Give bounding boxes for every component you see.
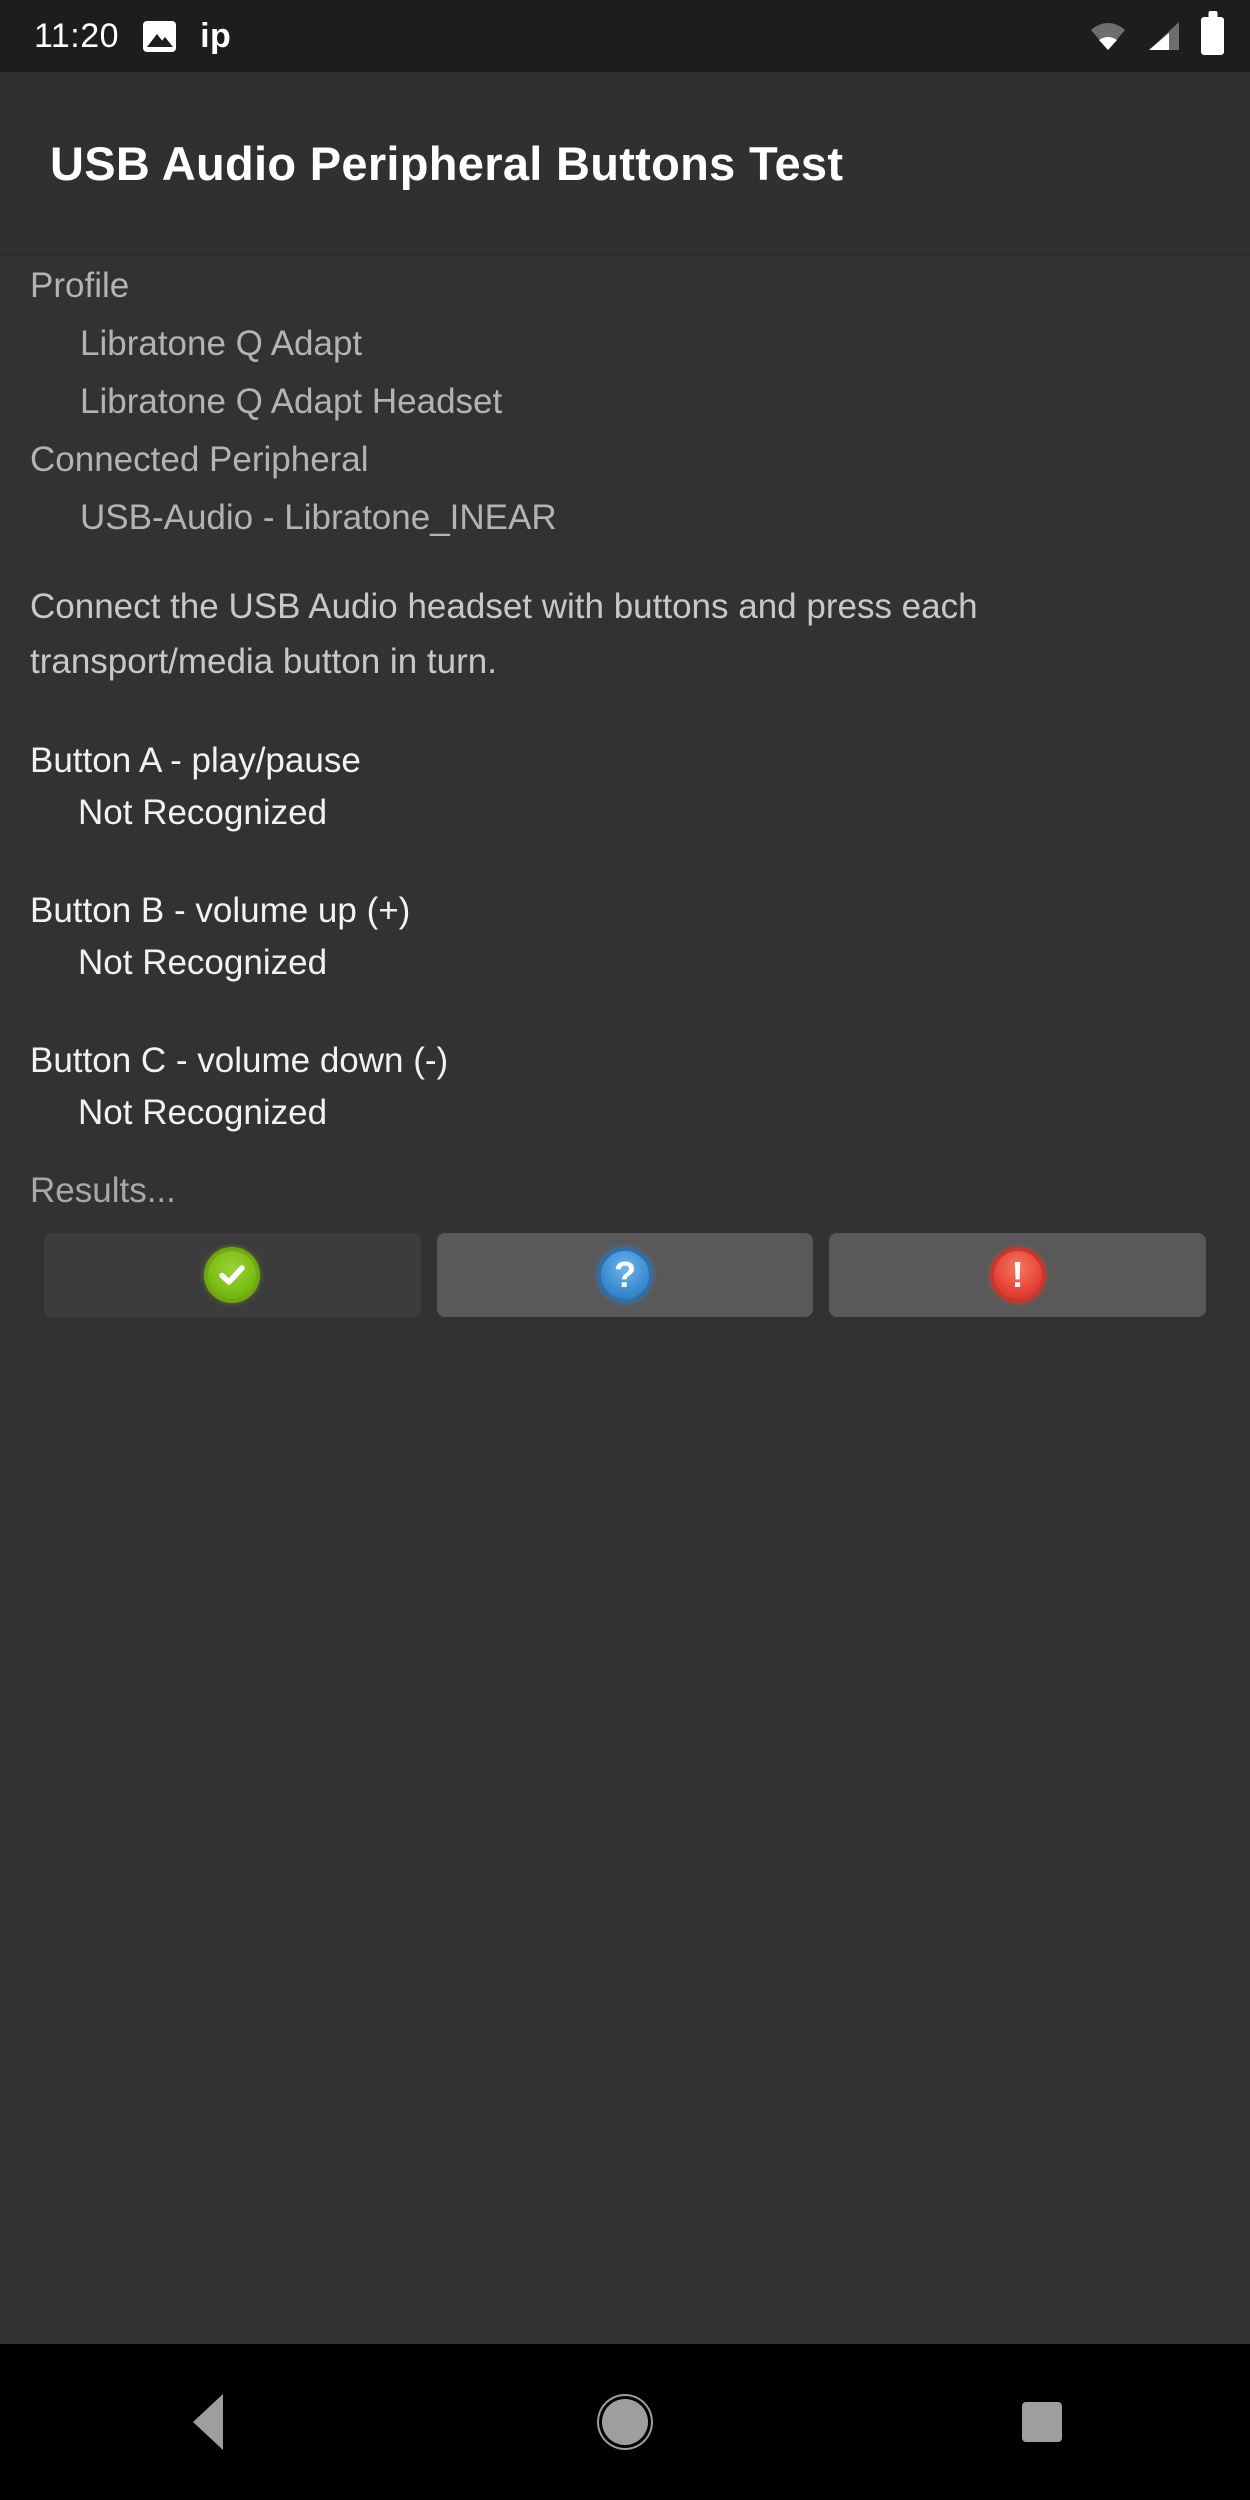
button-test-a-heading: Button A - play/pause xyxy=(30,741,361,780)
wifi-icon xyxy=(1089,19,1127,53)
status-bar-left: 11:20 ip xyxy=(34,17,231,56)
status-bar: 11:20 ip xyxy=(0,0,1250,72)
photo-icon xyxy=(143,20,177,52)
profile-label: Profile xyxy=(30,266,130,305)
page-title: USB Audio Peripheral Buttons Test xyxy=(50,137,844,190)
back-nav-button[interactable] xyxy=(0,2344,417,2500)
question-circle-icon: ? xyxy=(597,1247,653,1303)
connected-peripheral-label: Connected Peripheral xyxy=(30,440,369,479)
battery-icon xyxy=(1201,17,1224,55)
exclamation-mark-glyph: ! xyxy=(1011,1254,1024,1295)
instructions-text: Connect the USB Audio headset with butto… xyxy=(30,587,978,681)
results-label: Results... xyxy=(30,1171,176,1210)
status-clock: 11:20 xyxy=(34,16,120,55)
button-test-c-heading: Button C - volume down (-) xyxy=(30,1041,449,1080)
recents-nav-button[interactable] xyxy=(833,2344,1250,2500)
button-test-b-heading: Button B - volume up (+) xyxy=(30,891,411,930)
pass-button[interactable] xyxy=(44,1233,421,1317)
exclamation-circle-icon: ! xyxy=(989,1247,1046,1303)
status-notification-text: ip xyxy=(200,16,232,55)
button-test-c: Button C - volume down (-) Not Recognize… xyxy=(30,1035,1220,1139)
back-triangle-icon xyxy=(193,2394,224,2450)
profile-value: Libratone Q Adapt xyxy=(80,324,363,363)
signal-icon xyxy=(1145,19,1183,53)
button-test-c-status: Not Recognized xyxy=(78,1093,328,1132)
connected-peripheral-value: USB-Audio - Libratone_INEAR xyxy=(80,498,557,537)
check-circle-icon xyxy=(204,1247,261,1303)
navigation-bar xyxy=(0,2344,1250,2500)
button-test-a: Button A - play/pause Not Recognized xyxy=(30,735,1220,839)
fail-button[interactable]: ! xyxy=(829,1233,1207,1317)
button-test-b: Button B - volume up (+) Not Recognized xyxy=(30,885,1220,989)
app-bar: USB Audio Peripheral Buttons Test xyxy=(0,72,1250,256)
status-bar-right xyxy=(1089,17,1224,55)
android-screen: 11:20 ip USB Audio Peripheral Buttons Te… xyxy=(0,0,1250,2500)
info-button[interactable]: ? xyxy=(436,1233,814,1317)
button-test-b-status: Not Recognized xyxy=(78,943,328,982)
button-test-a-status: Not Recognized xyxy=(78,793,328,832)
main-content: Profile Libratone Q Adapt Libratone Q Ad… xyxy=(0,257,1250,1317)
profile-value: Libratone Q Adapt Headset xyxy=(80,382,503,421)
recents-square-icon xyxy=(1021,2402,1062,2442)
results-button-row: ? ! xyxy=(30,1233,1220,1317)
profile-section: Profile Libratone Q Adapt Libratone Q Ad… xyxy=(30,257,1220,547)
question-mark-glyph: ? xyxy=(614,1254,636,1295)
home-nav-button[interactable] xyxy=(417,2344,834,2500)
home-circle-icon xyxy=(602,2399,648,2445)
